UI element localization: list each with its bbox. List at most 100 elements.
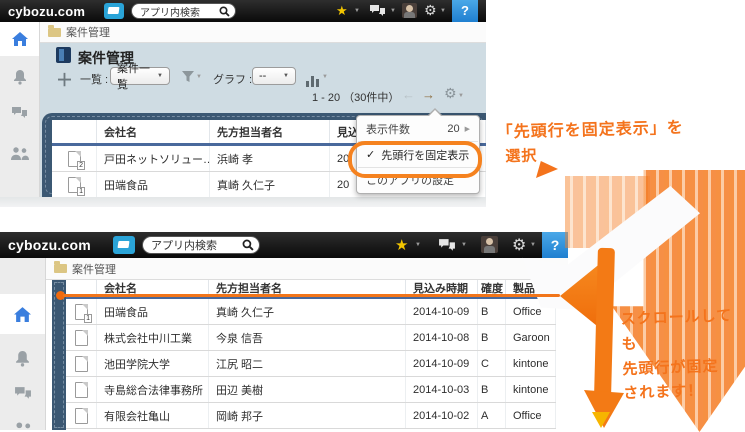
sidebar-item-messages[interactable] — [0, 378, 45, 408]
record-icon[interactable]: 1 — [68, 177, 81, 193]
breadcrumb[interactable]: 案件管理 — [66, 24, 110, 40]
search-placeholder: アプリ内検索 — [140, 4, 200, 19]
cybozu-logo: cybozu.com — [8, 237, 91, 253]
chevron-down-icon: ▼ — [283, 73, 289, 79]
result-note: スクロールしても 先頭行が固定 されます！ — [620, 304, 743, 407]
messages-icon — [11, 106, 28, 120]
list-label: 一覧 : — [80, 71, 108, 87]
avatar[interactable] — [481, 236, 498, 253]
list-settings-gear-icon[interactable]: ⚙ — [444, 85, 457, 102]
list-settings-caret-icon[interactable]: ▼ — [458, 93, 464, 99]
settings-caret-icon[interactable]: ▼ — [440, 8, 446, 14]
add-record-button[interactable]: ＋ — [56, 66, 73, 91]
filter-caret-icon[interactable]: ▼ — [196, 74, 202, 80]
breadcrumb[interactable]: 案件管理 — [72, 261, 116, 277]
sidebar-item-notifications[interactable] — [0, 62, 39, 92]
record-icon[interactable]: 1 — [75, 304, 88, 320]
chevron-down-icon: ▼ — [157, 73, 163, 79]
home-icon — [14, 307, 31, 322]
favorites-star-icon[interactable]: ★ — [395, 236, 408, 254]
chart-caret-icon[interactable]: ▼ — [322, 74, 328, 80]
left-sidebar — [0, 22, 40, 197]
settings-gear-icon[interactable]: ⚙ — [512, 235, 526, 255]
result-note-line3: されます！ — [623, 378, 744, 407]
select-note-line2: 選択 — [505, 141, 685, 167]
menu-callout-inner — [428, 103, 442, 117]
notifications-bubbles-icon[interactable] — [369, 4, 386, 23]
select-note-line1: 「先頭行を固定表示」を — [496, 114, 684, 143]
sidebar-item-people[interactable] — [0, 414, 45, 430]
select-note: 「先頭行を固定表示」を 選択 — [496, 114, 684, 167]
filter-icon[interactable] — [182, 70, 194, 88]
graph-label: グラフ : — [213, 71, 252, 87]
app-search-input[interactable]: アプリ内検索 — [131, 3, 236, 19]
top-screenshot: cybozu.com アプリ内検索 ★ ▼ ▼ ⚙ ▼ ? 案件管理 案件管理 … — [0, 0, 486, 207]
notifications-caret-icon[interactable]: ▼ — [461, 242, 467, 248]
app-search-input[interactable]: アプリ内検索 — [142, 236, 260, 254]
notifications-bubbles-icon[interactable] — [438, 238, 456, 258]
settings-caret-icon[interactable]: ▼ — [530, 242, 536, 248]
record-icon[interactable] — [75, 382, 88, 398]
menu-item-display-count[interactable]: 表示件数 20 ▶ — [357, 116, 479, 141]
favorites-caret-icon[interactable]: ▼ — [354, 8, 360, 14]
sidebar-item-messages[interactable] — [0, 98, 39, 128]
screenshot-edge — [0, 197, 486, 207]
app-icon — [56, 47, 71, 63]
favorites-star-icon[interactable]: ★ — [336, 3, 348, 19]
prev-page-icon[interactable]: ← — [402, 87, 415, 102]
table-row[interactable]: 1 田端食品 真崎 久仁子 2014-10-09 B Office — [66, 299, 556, 325]
search-icon[interactable] — [242, 239, 254, 251]
result-note-line1: スクロールしても — [620, 304, 742, 358]
bottom-breadcrumb-bar: 案件管理 — [46, 258, 568, 280]
col-company[interactable]: 会社名 — [97, 120, 210, 143]
bottom-screenshot: cybozu.com アプリ内検索 ★ ▼ ▼ ⚙ ▼ ? 案件管理 — [0, 232, 568, 430]
record-icon[interactable] — [75, 330, 88, 346]
record-table: 会社名 先方担当者名 見込み時期 確度 製品名 1 田端食品 真崎 久仁子 20… — [66, 280, 556, 430]
table-row[interactable]: 有限会社亀山 岡崎 邦子 2014-10-02 A Office — [66, 403, 556, 429]
app-launcher-icon[interactable] — [113, 236, 135, 254]
folder-icon — [54, 264, 67, 273]
search-icon[interactable] — [219, 6, 230, 17]
bell-icon — [13, 70, 27, 85]
people-icon — [10, 147, 29, 160]
scroll-arrow-shaft — [594, 248, 615, 396]
record-icon[interactable] — [75, 356, 88, 372]
avatar[interactable] — [402, 3, 417, 18]
app-launcher-icon[interactable] — [104, 3, 124, 19]
record-icon[interactable] — [75, 408, 88, 424]
table-row[interactable]: 株式会社中川工業 今泉 信吾 2014-10-08 B Garoon — [66, 325, 556, 351]
sidebar-item-home[interactable] — [0, 22, 39, 56]
top-breadcrumb-bar: 案件管理 — [40, 22, 486, 43]
next-page-icon[interactable]: → — [422, 87, 435, 102]
highlight-ring-annotation — [348, 141, 482, 178]
submenu-arrow-icon: ▶ — [465, 125, 470, 133]
home-icon — [12, 32, 28, 46]
settings-gear-icon[interactable]: ⚙ — [424, 2, 437, 19]
fixed-row-underline-annotation — [63, 294, 560, 297]
sidebar-item-notifications[interactable] — [0, 344, 45, 374]
sidebar-item-people[interactable] — [0, 138, 39, 168]
cybozu-logo: cybozu.com — [8, 4, 85, 19]
sidebar-item-home[interactable] — [0, 294, 45, 334]
bell-icon — [15, 351, 30, 367]
table-frame-edge — [52, 280, 66, 430]
list-select[interactable]: 案件一覧▼ — [110, 67, 170, 85]
record-icon[interactable]: 2 — [68, 151, 81, 167]
graph-select[interactable]: --▼ — [252, 67, 296, 85]
notifications-caret-icon[interactable]: ▼ — [390, 8, 396, 14]
table-row[interactable]: 寺島総合法律事務所 田辺 美樹 2014-10-03 B kintone — [66, 377, 556, 403]
favorites-caret-icon[interactable]: ▼ — [415, 242, 421, 248]
messages-icon — [14, 386, 32, 401]
people-icon — [13, 422, 33, 430]
table-row[interactable]: 池田学院大学 江尻 昭二 2014-10-09 C kintone — [66, 351, 556, 377]
search-placeholder: アプリ内検索 — [151, 237, 217, 253]
top-header-bar: cybozu.com アプリ内検索 ★ ▼ ▼ ⚙ ▼ ? — [0, 0, 486, 22]
col-person[interactable]: 先方担当者名 — [210, 120, 330, 143]
chart-icon[interactable] — [306, 69, 321, 81]
folder-icon — [48, 28, 61, 37]
pagination-range: 1 - 20 （30件中） — [312, 89, 399, 105]
left-sidebar — [0, 258, 46, 430]
help-button[interactable]: ? — [452, 0, 478, 22]
bottom-header-bar: cybozu.com アプリ内検索 ★ ▼ ▼ ⚙ ▼ ? — [0, 232, 568, 258]
display-count-value: 20 — [447, 123, 459, 135]
